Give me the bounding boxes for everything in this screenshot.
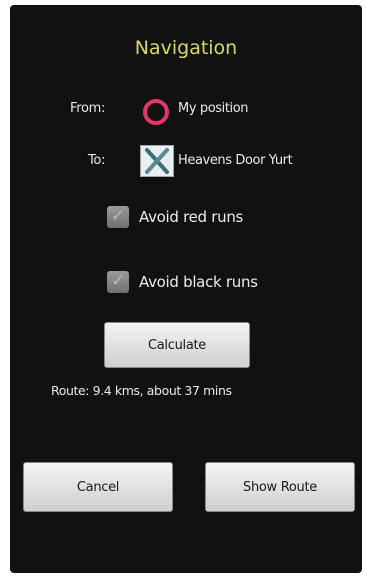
route-summary: Route: 9.4 kms, about 37 mins bbox=[51, 383, 232, 398]
to-value[interactable]: Heavens Door Yurt bbox=[178, 153, 293, 168]
avoid-black-runs-label: Avoid black runs bbox=[139, 273, 258, 291]
avoid-red-runs-checkbox[interactable]: ✓ bbox=[107, 206, 129, 228]
check-icon: ✓ bbox=[111, 206, 126, 226]
cancel-button[interactable]: Cancel bbox=[23, 462, 173, 512]
to-label: To: bbox=[88, 153, 106, 168]
navigation-screen: Navigation From: My position To: Heavens… bbox=[10, 5, 362, 573]
show-route-button[interactable]: Show Route bbox=[205, 462, 355, 512]
location-ring-icon bbox=[143, 99, 169, 125]
avoid-black-runs-checkbox[interactable]: ✓ bbox=[107, 271, 129, 293]
from-label: From: bbox=[70, 101, 106, 116]
calculate-button[interactable]: Calculate bbox=[104, 322, 250, 368]
avoid-red-runs-option[interactable]: ✓ Avoid red runs bbox=[107, 204, 243, 230]
avoid-red-runs-label: Avoid red runs bbox=[139, 208, 244, 226]
page-title: Navigation bbox=[134, 37, 238, 59]
check-icon: ✓ bbox=[111, 271, 126, 291]
ski-crossed-icon bbox=[140, 145, 174, 177]
from-value[interactable]: My position bbox=[178, 101, 249, 116]
avoid-black-runs-option[interactable]: ✓ Avoid black runs bbox=[107, 269, 258, 295]
